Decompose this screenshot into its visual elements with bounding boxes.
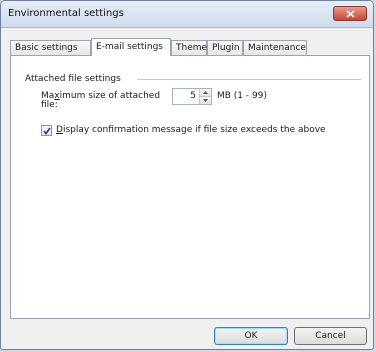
- max-size-label: Maximum size of attached file:: [41, 91, 161, 110]
- check-icon: [43, 127, 51, 135]
- confirm-message-checkbox[interactable]: [41, 125, 52, 136]
- settings-dialog: Environmental settings Basic settings E-…: [0, 0, 374, 350]
- spin-buttons: [199, 89, 211, 104]
- chevron-down-icon: [203, 99, 208, 102]
- tab-email-settings[interactable]: E-mail settings: [91, 38, 171, 56]
- tab-theme[interactable]: Theme: [171, 40, 207, 55]
- close-icon: [346, 10, 355, 18]
- email-settings-panel: Attached file settings Maximum size of a…: [10, 55, 370, 319]
- ok-button[interactable]: OK: [214, 327, 288, 345]
- close-button[interactable]: [333, 6, 367, 21]
- chevron-up-icon: [203, 91, 208, 94]
- tab-label: Theme: [176, 43, 208, 53]
- max-size-stepper[interactable]: 5: [172, 88, 212, 105]
- group-divider: [137, 79, 361, 80]
- cancel-button[interactable]: Cancel: [294, 327, 367, 345]
- tab-label: Plugin: [212, 43, 240, 53]
- spin-down-button[interactable]: [200, 97, 211, 104]
- tab-label: E-mail settings: [96, 42, 163, 52]
- tab-label: Basic settings: [15, 43, 78, 53]
- attached-file-group-label: Attached file settings: [25, 74, 121, 84]
- max-size-value[interactable]: 5: [176, 91, 196, 101]
- confirm-message-label: Display confirmation message if file siz…: [56, 125, 326, 135]
- spin-up-button[interactable]: [200, 89, 211, 97]
- tab-plugin[interactable]: Plugin: [207, 40, 243, 55]
- size-unit-label: MB (1 - 99): [217, 91, 267, 101]
- tab-basic-settings[interactable]: Basic settings: [10, 40, 91, 55]
- title-bar: Environmental settings: [1, 1, 373, 28]
- tab-maintenance[interactable]: Maintenance: [243, 40, 307, 55]
- window-title: Environmental settings: [8, 8, 124, 19]
- tab-label: Maintenance: [248, 43, 306, 53]
